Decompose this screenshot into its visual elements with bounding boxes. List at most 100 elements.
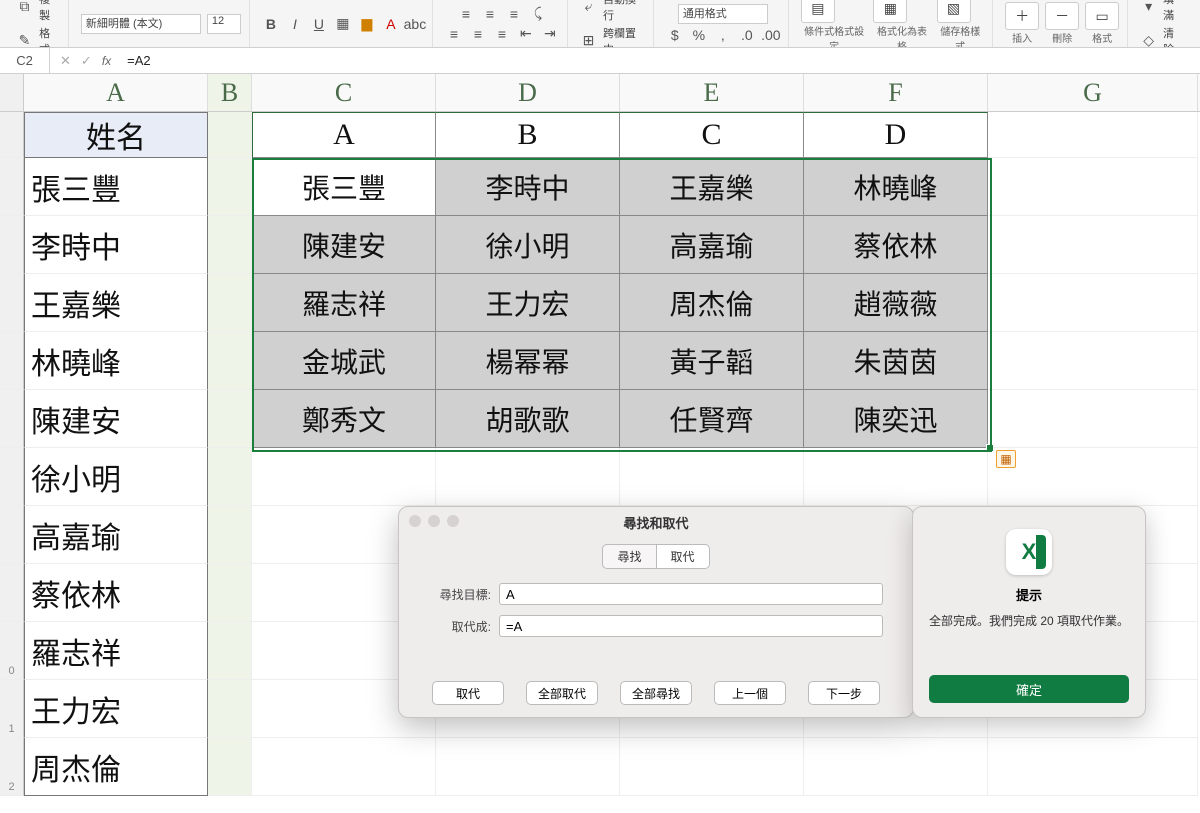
wrap-icon[interactable]: ⤶: [580, 0, 597, 16]
find-input[interactable]: [499, 583, 883, 605]
font-size-select[interactable]: 12: [207, 14, 241, 34]
fill-color-icon[interactable]: ▆: [358, 15, 376, 33]
format-painter-icon[interactable]: ✎: [16, 32, 33, 49]
cond-format-button[interactable]: ▤: [801, 0, 835, 23]
orientation-icon[interactable]: ⤹: [529, 5, 547, 23]
row-header[interactable]: [0, 274, 24, 332]
align-mid-icon[interactable]: ≡: [481, 5, 499, 23]
cell-A1[interactable]: 姓名: [24, 112, 208, 158]
cell-C4[interactable]: 羅志祥: [252, 274, 436, 332]
fill-icon[interactable]: ▾: [1140, 0, 1157, 16]
cell-C6[interactable]: 鄭秀文: [252, 390, 436, 448]
cell-A11[interactable]: 王力宏: [24, 680, 208, 738]
find-all-button[interactable]: 全部尋找: [620, 681, 692, 705]
replace-input[interactable]: [499, 615, 883, 637]
col-header-A[interactable]: A: [24, 74, 208, 111]
cell-B7[interactable]: [208, 448, 252, 506]
tab-replace[interactable]: 取代: [657, 544, 710, 569]
cell-G12[interactable]: [988, 738, 1198, 796]
cell-B11[interactable]: [208, 680, 252, 738]
cell-C5[interactable]: 金城武: [252, 332, 436, 390]
delete-button[interactable]: －: [1045, 2, 1079, 30]
cell-D1[interactable]: B: [436, 112, 620, 158]
cell-C7[interactable]: [252, 448, 436, 506]
cell-B3[interactable]: [208, 216, 252, 274]
cell-C1[interactable]: A: [252, 112, 436, 158]
cell-D4[interactable]: 王力宏: [436, 274, 620, 332]
border-icon[interactable]: ▦: [334, 15, 352, 33]
cell-A12[interactable]: 周杰倫: [24, 738, 208, 796]
cell-A2[interactable]: 張三豐: [24, 158, 208, 216]
cell-D2[interactable]: 李時中: [436, 158, 620, 216]
autofill-handle[interactable]: [986, 444, 994, 452]
row-header[interactable]: 1: [0, 680, 24, 738]
copy-icon[interactable]: ⧉: [16, 0, 33, 16]
row-header[interactable]: 0: [0, 622, 24, 680]
autofill-options-button[interactable]: ▦: [996, 450, 1016, 468]
fx-label[interactable]: fx: [102, 54, 111, 68]
clear-icon[interactable]: ◇: [1140, 32, 1157, 49]
window-controls[interactable]: [409, 515, 459, 527]
percent-icon[interactable]: %: [690, 26, 708, 44]
cell-G1[interactable]: [988, 112, 1198, 158]
cancel-icon[interactable]: ✕: [60, 53, 71, 69]
currency-icon[interactable]: $: [666, 26, 684, 44]
cell-B9[interactable]: [208, 564, 252, 622]
row-header[interactable]: [0, 158, 24, 216]
col-header-C[interactable]: C: [252, 74, 436, 111]
cell-G2[interactable]: [988, 158, 1198, 216]
cell-A3[interactable]: 李時中: [24, 216, 208, 274]
align-right-icon[interactable]: ≡: [493, 25, 511, 43]
font-color-icon[interactable]: A: [382, 15, 400, 33]
cell-A5[interactable]: 林曉峰: [24, 332, 208, 390]
cell-D5[interactable]: 楊幂幂: [436, 332, 620, 390]
row-header[interactable]: [0, 448, 24, 506]
name-box[interactable]: C2: [0, 48, 50, 73]
underline-icon[interactable]: U: [310, 15, 328, 33]
cell-B10[interactable]: [208, 622, 252, 680]
cell-F3[interactable]: 蔡依林: [804, 216, 988, 274]
cell-G6[interactable]: [988, 390, 1198, 448]
cell-E4[interactable]: 周杰倫: [620, 274, 804, 332]
minimize-icon[interactable]: [428, 515, 440, 527]
format-button[interactable]: ▭: [1085, 2, 1119, 30]
cell-A8[interactable]: 高嘉瑜: [24, 506, 208, 564]
align-top-icon[interactable]: ≡: [457, 5, 475, 23]
cell-E12[interactable]: [620, 738, 804, 796]
select-all-corner[interactable]: [0, 74, 24, 111]
cell-G3[interactable]: [988, 216, 1198, 274]
comma-icon[interactable]: ,: [714, 26, 732, 44]
cell-C3[interactable]: 陳建安: [252, 216, 436, 274]
indent-dec-icon[interactable]: ⇤: [517, 25, 535, 43]
find-next-button[interactable]: 下一步: [808, 681, 880, 705]
cell-D7[interactable]: [436, 448, 620, 506]
replace-all-button[interactable]: 全部取代: [526, 681, 598, 705]
cell-F12[interactable]: [804, 738, 988, 796]
bold-icon[interactable]: B: [262, 15, 280, 33]
col-header-G[interactable]: G: [988, 74, 1198, 111]
cell-A7[interactable]: 徐小明: [24, 448, 208, 506]
cell-F1[interactable]: D: [804, 112, 988, 158]
align-center-icon[interactable]: ≡: [469, 25, 487, 43]
cell-B8[interactable]: [208, 506, 252, 564]
cell-D12[interactable]: [436, 738, 620, 796]
row-header[interactable]: [0, 216, 24, 274]
cell-B1[interactable]: [208, 112, 252, 158]
cell-C12[interactable]: [252, 738, 436, 796]
inc-decimal-icon[interactable]: .0: [738, 26, 756, 44]
alert-ok-button[interactable]: 確定: [929, 675, 1129, 703]
col-header-B[interactable]: B: [208, 74, 252, 111]
cell-E6[interactable]: 任賢齊: [620, 390, 804, 448]
cell-F4[interactable]: 趙薇薇: [804, 274, 988, 332]
cell-E2[interactable]: 王嘉樂: [620, 158, 804, 216]
replace-button[interactable]: 取代: [432, 681, 504, 705]
indent-inc-icon[interactable]: ⇥: [541, 25, 559, 43]
row-header[interactable]: [0, 390, 24, 448]
enter-icon[interactable]: ✓: [81, 53, 92, 69]
cell-A10[interactable]: 羅志祥: [24, 622, 208, 680]
cell-B12[interactable]: [208, 738, 252, 796]
cell-D6[interactable]: 胡歌歌: [436, 390, 620, 448]
number-format-select[interactable]: 通用格式: [678, 4, 768, 24]
format-table-button[interactable]: ▦: [873, 0, 907, 23]
cell-F2[interactable]: 林曉峰: [804, 158, 988, 216]
